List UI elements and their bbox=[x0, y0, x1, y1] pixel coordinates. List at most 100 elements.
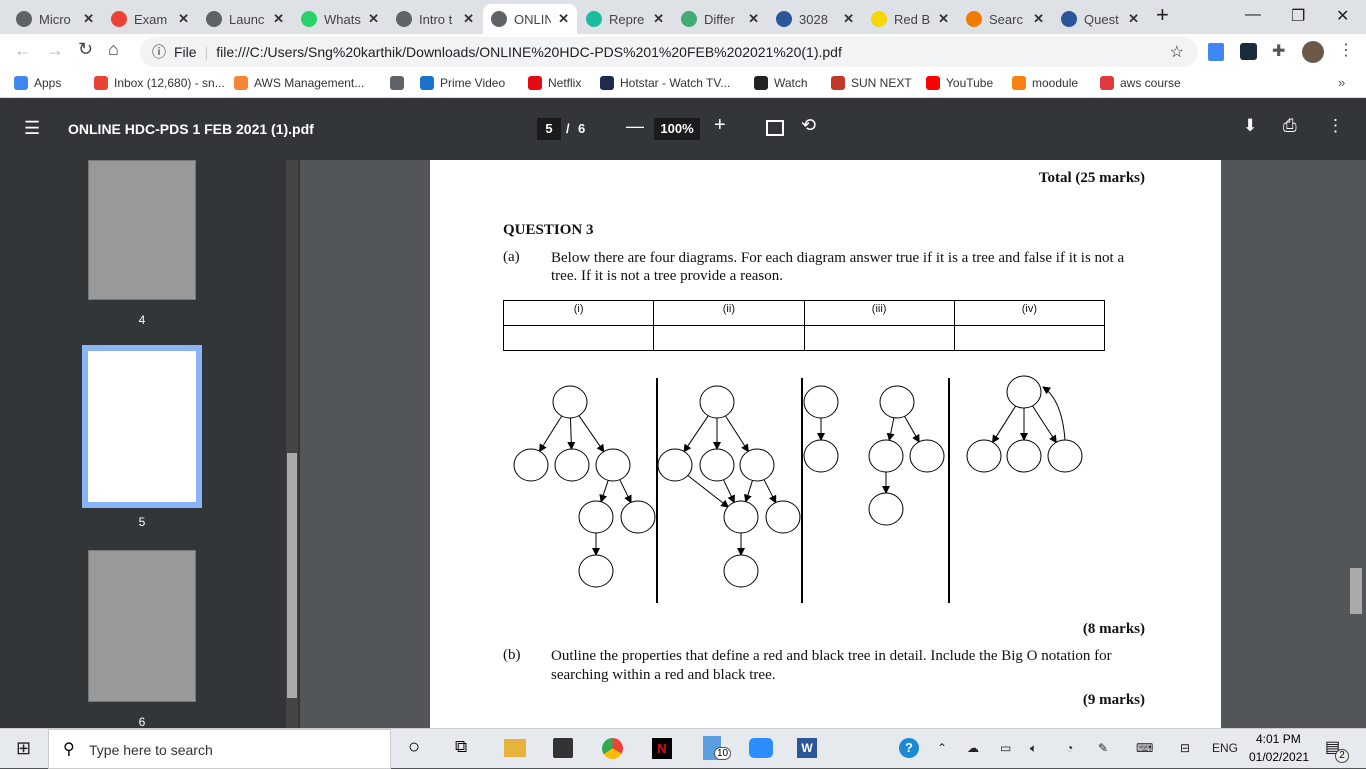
reload-button[interactable]: ↻ bbox=[78, 39, 93, 60]
browser-tab[interactable]: Differ ✕ bbox=[673, 4, 767, 34]
pen-icon[interactable]: ✎ bbox=[1098, 741, 1108, 755]
battery-icon[interactable]: ▭ bbox=[1000, 741, 1011, 755]
windows-start-icon[interactable]: ⊞ bbox=[16, 738, 31, 759]
language-indicator[interactable]: ENG bbox=[1212, 741, 1238, 755]
info-icon[interactable]: ⓘ bbox=[152, 42, 166, 62]
browser-tab[interactable]: Quest ✕ bbox=[1053, 4, 1147, 34]
more-actions-icon[interactable]: ⋮ bbox=[1327, 116, 1344, 136]
page-number-input[interactable]: 5 bbox=[537, 118, 561, 140]
browser-tab[interactable]: Repre ✕ bbox=[578, 4, 672, 34]
zoom-in-button[interactable]: + bbox=[714, 114, 726, 137]
close-tab-icon[interactable]: ✕ bbox=[178, 11, 189, 27]
thumbnail-label: 5 bbox=[138, 515, 146, 529]
new-tab-button[interactable]: + bbox=[1156, 2, 1169, 28]
close-tab-icon[interactable]: ✕ bbox=[368, 11, 379, 27]
sidebar-menu-icon[interactable]: ☰ bbox=[24, 118, 40, 139]
netflix-icon[interactable]: N bbox=[652, 738, 672, 759]
extensions-puzzle-icon[interactable]: ✚ bbox=[1272, 41, 1285, 61]
bookmark-item[interactable]: AWS Management... bbox=[234, 76, 364, 90]
browser-tab[interactable]: Searc ✕ bbox=[958, 4, 1052, 34]
show-hidden-icons[interactable]: ⌃ bbox=[937, 741, 947, 755]
browser-tab[interactable]: Micro ✕ bbox=[8, 4, 102, 34]
bookmark-item[interactable]: Hotstar - Watch TV... bbox=[600, 76, 730, 90]
bookmark-item[interactable]: YouTube bbox=[926, 76, 993, 90]
page-thumbnail-4[interactable] bbox=[88, 160, 196, 300]
rotate-icon[interactable]: ⟲ bbox=[801, 115, 816, 136]
tree-node bbox=[765, 500, 801, 534]
tree-node bbox=[803, 439, 839, 473]
browser-tab[interactable]: Intro t ✕ bbox=[388, 4, 482, 34]
address-bar[interactable]: ⓘ File | file:///C:/Users/Sng%20karthik/… bbox=[140, 37, 1198, 67]
main-scrollbar-thumb[interactable] bbox=[1350, 568, 1362, 614]
chrome-icon[interactable] bbox=[602, 738, 623, 759]
clock-time[interactable]: 4:01 PM bbox=[1256, 732, 1301, 746]
tree-diagrams bbox=[513, 375, 1083, 603]
help-icon[interactable]: ? bbox=[899, 738, 919, 758]
close-tab-icon[interactable]: ✕ bbox=[273, 11, 284, 27]
browser-tab[interactable]: Launc ✕ bbox=[198, 4, 292, 34]
close-tab-icon[interactable]: ✕ bbox=[1128, 11, 1139, 27]
close-tab-icon[interactable]: ✕ bbox=[748, 11, 759, 27]
task-view-icon[interactable]: ⧉ bbox=[455, 737, 467, 757]
browser-tab[interactable]: Whats ✕ bbox=[293, 4, 387, 34]
browser-tab[interactable]: ONLIN ✕ bbox=[483, 4, 577, 34]
onedrive-icon[interactable]: ☁ bbox=[967, 741, 979, 755]
bookmark-item[interactable]: aws course bbox=[1100, 76, 1181, 90]
zoom-out-button[interactable]: — bbox=[626, 116, 644, 137]
close-tab-icon[interactable]: ✕ bbox=[843, 11, 854, 27]
restore-button[interactable]: ❐ bbox=[1291, 6, 1305, 26]
bookmark-item[interactable]: Apps bbox=[14, 76, 61, 90]
globe-icon bbox=[396, 11, 412, 27]
store-icon[interactable] bbox=[553, 738, 573, 758]
minimize-button[interactable]: — bbox=[1245, 6, 1261, 24]
bookmark-item[interactable]: moodule bbox=[1012, 76, 1078, 90]
tree-edge bbox=[619, 479, 632, 504]
fit-page-icon[interactable] bbox=[766, 120, 784, 136]
tree-node bbox=[1006, 439, 1042, 473]
bookmark-star-icon[interactable]: ☆ bbox=[1170, 42, 1184, 62]
close-tab-icon[interactable]: ✕ bbox=[1033, 11, 1044, 27]
volume-icon[interactable]: 🔈︎ bbox=[1030, 741, 1037, 756]
download-icon[interactable]: ⬇ bbox=[1243, 116, 1257, 136]
close-tab-icon[interactable]: ✕ bbox=[463, 11, 474, 27]
close-tab-icon[interactable]: ✕ bbox=[558, 11, 569, 27]
avatar[interactable] bbox=[1302, 41, 1324, 63]
browser-tab[interactable]: Exam ✕ bbox=[103, 4, 197, 34]
bookmark-item[interactable]: Inbox (12,680) - sn... bbox=[94, 76, 225, 90]
sidebar-scrollbar[interactable] bbox=[286, 160, 298, 728]
keyboard-icon[interactable]: ⌨ bbox=[1136, 741, 1153, 755]
close-window-button[interactable]: ✕ bbox=[1336, 6, 1349, 26]
more-bookmarks-button[interactable]: » bbox=[1338, 75, 1345, 90]
cortana-icon[interactable]: ○ bbox=[408, 736, 420, 759]
bookmark-item[interactable]: Prime Video bbox=[420, 76, 505, 90]
taskbar-search[interactable]: ⚲ Type here to search bbox=[48, 729, 391, 769]
back-button[interactable]: ← bbox=[14, 40, 32, 61]
clock-date[interactable]: 01/02/2021 bbox=[1249, 750, 1309, 764]
print-icon[interactable]: ⎙ bbox=[1283, 116, 1297, 136]
browser-tab[interactable]: 3028 ✕ bbox=[768, 4, 862, 34]
page-thumbnail-5-selected[interactable] bbox=[82, 345, 202, 508]
bookmark-item[interactable]: Netflix bbox=[528, 76, 581, 90]
bookmark-item[interactable]: SUN NEXT bbox=[831, 76, 912, 90]
tab-title: Exam bbox=[134, 11, 168, 27]
zoom-input[interactable]: 100% bbox=[654, 118, 700, 140]
bookmark-item[interactable]: Watch bbox=[754, 76, 808, 90]
forward-button[interactable]: → bbox=[46, 40, 64, 61]
wifi-icon[interactable]: ◔ bbox=[1066, 741, 1073, 755]
word-icon[interactable]: W bbox=[797, 738, 817, 758]
url-text[interactable]: file:///C:/Users/Sng%20karthik/Downloads… bbox=[216, 44, 842, 60]
close-tab-icon[interactable]: ✕ bbox=[938, 11, 949, 27]
home-button[interactable]: ⌂ bbox=[108, 39, 119, 60]
extension-icon[interactable] bbox=[1208, 43, 1224, 61]
close-tab-icon[interactable]: ✕ bbox=[83, 11, 94, 27]
bookmark-item[interactable] bbox=[390, 76, 410, 90]
bookmark-label: SUN NEXT bbox=[851, 76, 912, 90]
page-thumbnail-6[interactable] bbox=[88, 550, 196, 702]
close-tab-icon[interactable]: ✕ bbox=[653, 11, 664, 27]
file-explorer-icon[interactable] bbox=[504, 739, 526, 757]
zoom-icon[interactable] bbox=[749, 738, 773, 758]
menu-icon[interactable]: ⋮ bbox=[1338, 40, 1354, 60]
touchpad-icon[interactable]: ⊟ bbox=[1180, 741, 1190, 755]
browser-tab[interactable]: Red B ✕ bbox=[863, 4, 957, 34]
extension-icon[interactable] bbox=[1240, 43, 1257, 60]
